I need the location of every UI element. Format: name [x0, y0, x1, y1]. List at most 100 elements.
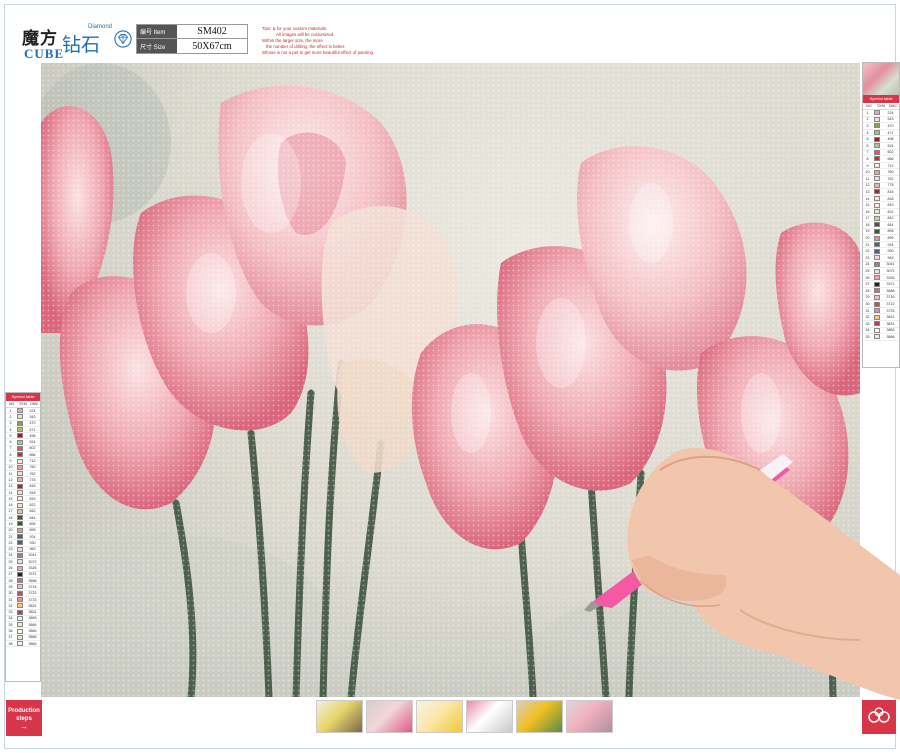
key-row-number: 14	[865, 196, 870, 201]
key-row: 26 3326	[863, 275, 899, 282]
key-row-number: 7	[866, 150, 869, 155]
key-row: 21 924	[863, 242, 899, 249]
key-row: 9 712	[863, 163, 899, 170]
key-row-swatch	[17, 471, 23, 477]
key-row-dmc-code: 224	[29, 408, 36, 413]
key-row-swatch	[17, 508, 23, 514]
key-row-dmc-code: 3866	[886, 334, 895, 339]
key-row-swatch	[17, 502, 23, 508]
step-4-film	[466, 700, 513, 733]
key-row-swatch	[17, 427, 23, 433]
key-row-swatch	[17, 584, 23, 590]
key-row-number: 28	[865, 288, 870, 293]
key-row-number: 30	[8, 591, 13, 596]
key-row-dmc-code: 822	[887, 209, 894, 214]
key-row-dmc-code: 3326	[28, 566, 37, 571]
key-row-number: 33	[8, 610, 13, 615]
key-row: 7 602	[863, 149, 899, 157]
key-row-number: 5	[9, 433, 12, 438]
key-row-number: 9	[9, 459, 12, 464]
key-row-dmc-code: 666	[29, 452, 36, 457]
key-row-number: 12	[865, 183, 870, 188]
step-3-tray	[416, 700, 463, 733]
key-row-number: 30	[865, 302, 870, 307]
key-row-dmc-code: 822	[29, 503, 36, 508]
key-row-number: 6	[866, 143, 869, 148]
key-row: 32 3821	[863, 314, 899, 321]
key-row-number: 34	[8, 616, 13, 621]
key-row-dmc-code: 3722	[28, 591, 37, 596]
key-row-dmc-code: 524	[887, 143, 894, 148]
key-header-no: NO	[9, 402, 15, 406]
key-row: 14 818	[863, 196, 899, 203]
production-steps-line1: Production	[8, 708, 40, 714]
key-row-swatch	[874, 261, 880, 267]
key-row-dmc-code: 778	[29, 477, 36, 482]
key-row-number: 1	[866, 110, 869, 115]
key-row-number: 10	[8, 465, 13, 470]
key-row-number: 16	[865, 209, 870, 214]
key-row: 11 762	[863, 176, 899, 183]
key-row-dmc-code: 760	[29, 465, 36, 470]
key-row-dmc-code: 543	[29, 414, 36, 419]
key-row-number: 5	[866, 137, 869, 142]
key-header-sym: SYM	[19, 402, 27, 406]
key-row-number: 3	[9, 421, 12, 426]
key-row-number: 25	[8, 559, 13, 564]
key-row: 33 3831	[863, 321, 899, 328]
key-row-number: 28	[8, 578, 13, 583]
key-row-dmc-code: 471	[29, 427, 36, 432]
key-row-dmc-code: 924	[887, 242, 894, 247]
key-row-dmc-code: 844	[29, 515, 36, 520]
key-row-swatch	[17, 634, 23, 640]
key-row-swatch	[874, 248, 880, 254]
key-row-swatch	[17, 546, 23, 552]
key-row-swatch	[874, 321, 880, 327]
key-row-number: 22	[865, 249, 870, 254]
key-row-number: 19	[8, 521, 13, 526]
step-6-frame	[566, 700, 613, 733]
key-row: 18 844	[863, 222, 899, 229]
key-row-swatch	[17, 445, 23, 451]
key-title: Symbol table	[863, 95, 899, 103]
key-row-dmc-code: 762	[29, 471, 36, 476]
key-row-dmc-code: 3866	[28, 635, 37, 640]
key-row-swatch	[874, 163, 880, 169]
key-row-dmc-code: 3733	[886, 308, 895, 313]
key-row-dmc-code: 3865	[28, 629, 37, 634]
key-row-swatch	[874, 143, 880, 149]
key-row-dmc-code: 3831	[28, 610, 37, 615]
key-title: Symbol table	[6, 393, 40, 401]
key-row-swatch	[874, 182, 880, 188]
key-row-swatch	[874, 169, 880, 175]
key-row-swatch	[17, 559, 23, 565]
key-header-sym: SYM	[877, 104, 885, 108]
key-row-number: 21	[8, 534, 13, 539]
key-row-dmc-code: 3072	[28, 559, 37, 564]
key-row-swatch	[17, 496, 23, 502]
key-row-swatch	[17, 439, 23, 445]
key-row-number: 23	[8, 547, 13, 552]
key-row: 31 3733	[863, 308, 899, 315]
key-row-swatch	[874, 334, 880, 340]
key-row-swatch	[17, 628, 23, 634]
key-row-swatch	[17, 552, 23, 558]
key-row-dmc-code: 930	[29, 540, 36, 545]
key-row-dmc-code: 3072	[886, 269, 895, 274]
key-row: 35 3866	[863, 334, 899, 341]
key-row-swatch	[874, 327, 880, 333]
key-row-number: 4	[9, 427, 12, 432]
key-row-number: 14	[8, 490, 13, 495]
key-row-swatch	[874, 156, 880, 162]
spec-row-size: 尺寸 Size 50X67cm	[137, 39, 247, 53]
key-row-dmc-code: 712	[887, 163, 894, 168]
key-row: 29 3716	[863, 294, 899, 302]
color-key-left: Symbol table NO SYM DMC 1 224 2 543 3 470 4 471…	[5, 392, 41, 682]
key-row-swatch	[874, 209, 880, 215]
key-row-swatch	[17, 433, 23, 439]
key-row-swatch	[874, 149, 880, 155]
spec-item-key: 编号 Item	[137, 25, 177, 38]
key-row-swatch	[17, 414, 23, 420]
key-row-swatch	[874, 136, 880, 142]
key-thumbnail	[863, 63, 899, 95]
